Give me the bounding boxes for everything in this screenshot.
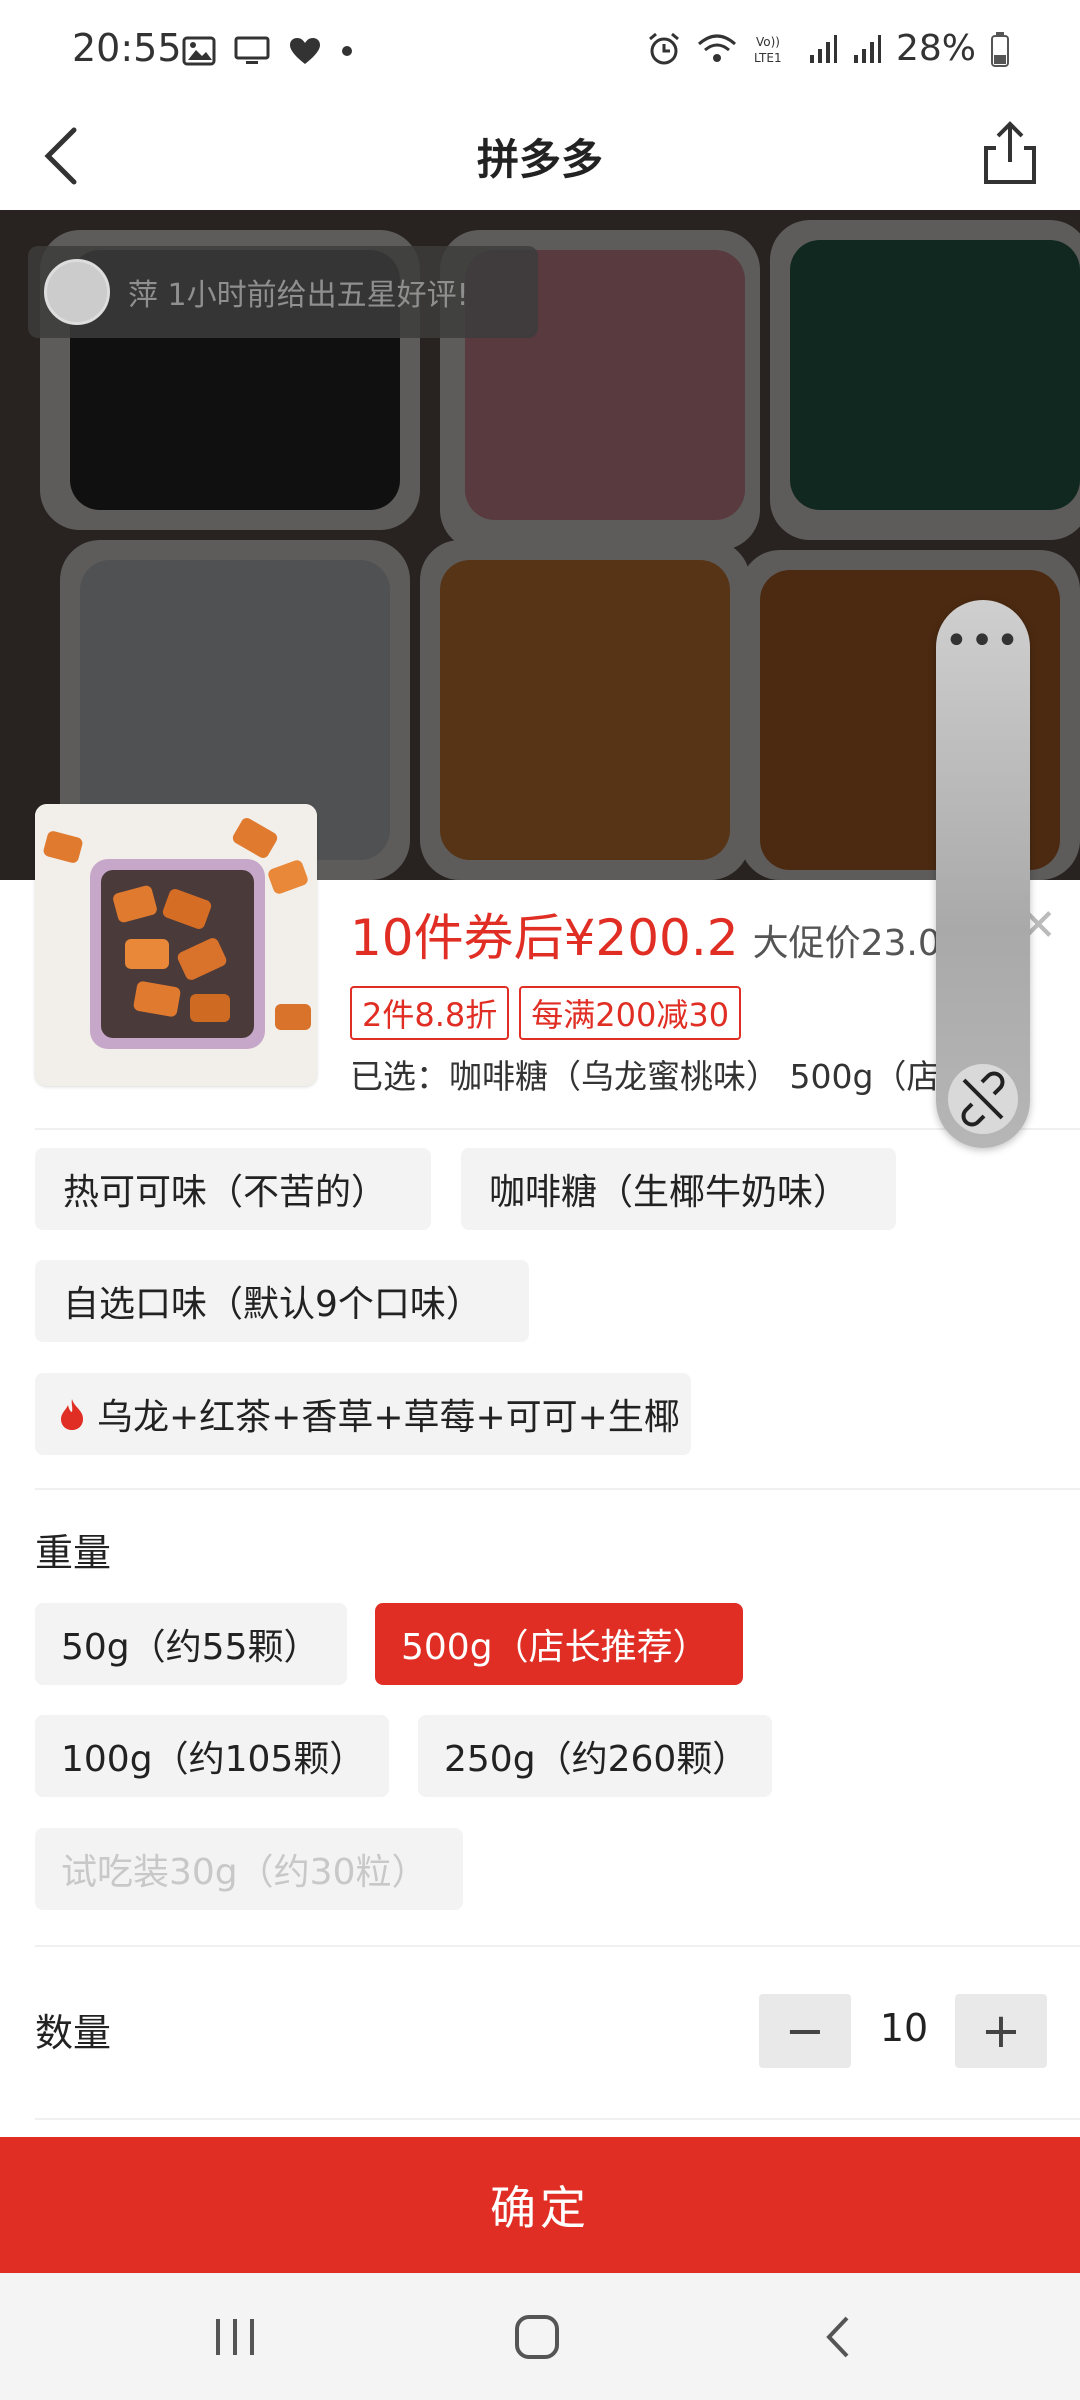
flavor-option[interactable]: 咖啡糖（生椰牛奶味） (461, 1148, 896, 1230)
weight-option[interactable]: 50g（约55颗） (35, 1603, 347, 1685)
flame-icon (61, 1399, 83, 1430)
weight-option-label: 500g（店长推荐） (401, 1627, 709, 1668)
svg-text:Vo)): Vo)) (756, 35, 780, 49)
home-icon (515, 2315, 559, 2359)
quantity-value[interactable]: 10 (850, 2006, 958, 2050)
weight-option-selected[interactable]: 500g（店长推荐） (375, 1603, 743, 1685)
weight-option-disabled: 试吃装30g（约30粒） (35, 1828, 463, 1910)
flavor-option-hot[interactable]: 乌龙+红茶+香草+草莓+可可+生椰 (35, 1373, 691, 1455)
svg-text:LTE1: LTE1 (754, 51, 782, 65)
floating-widget[interactable]: ••• (936, 600, 1030, 1148)
page-title: 拼多多 (476, 135, 603, 184)
app-header: 拼多多 (0, 100, 1080, 210)
promo-price: 大促价23.02 (752, 923, 964, 964)
gallery-icon (182, 36, 216, 66)
avatar (44, 259, 110, 325)
more-icon[interactable]: ••• (936, 618, 1030, 664)
divider (35, 1488, 1080, 1490)
weight-option-label: 试吃装30g（约30粒） (61, 1852, 428, 1893)
minus-icon: − (784, 2003, 826, 2059)
system-back-button[interactable] (779, 2297, 899, 2377)
weight-option-label: 50g（约55颗） (61, 1627, 320, 1668)
divider (35, 1945, 1080, 1947)
wifi-icon (697, 34, 736, 62)
status-bar: 20:55 Vo)) LTE1 28% (0, 0, 1080, 100)
system-icons: Vo)) LTE1 28% (646, 28, 1010, 69)
dot-icon (342, 46, 352, 56)
flavor-option-label: 自选口味（默认9个口味） (63, 1284, 482, 1325)
flavor-option[interactable]: 热可可味（不苦的） (35, 1148, 431, 1230)
back-icon (826, 2316, 849, 2358)
promo-tag: 每满200减30 (519, 986, 742, 1040)
link-off-icon (961, 1071, 1005, 1127)
quantity-label: 数量 (35, 2011, 112, 2055)
product-image-dimmed: 萍 1小时前给出五星好评! (0, 210, 1080, 880)
quantity-increase-button[interactable]: + (955, 1994, 1047, 2068)
plus-icon: + (980, 2003, 1022, 2059)
floating-widget-toggle[interactable] (948, 1064, 1018, 1134)
recent-apps-button[interactable] (175, 2297, 295, 2377)
flavor-option-label: 乌龙+红茶+香草+草莓+可可+生椰 (97, 1397, 680, 1438)
flavor-option[interactable]: 自选口味（默认9个口味） (35, 1260, 529, 1342)
product-thumbnail[interactable] (35, 804, 317, 1086)
weight-option-label: 250g（约260颗） (444, 1739, 749, 1780)
signal-icon (809, 34, 837, 63)
battery-icon (991, 31, 1009, 67)
recent-apps-icon (216, 2319, 254, 2355)
promo-tags: 2件8.8折 每满200减30 (350, 986, 742, 1040)
share-button[interactable] (970, 114, 1050, 194)
home-button[interactable] (477, 2297, 597, 2377)
promo-tag: 2件8.8折 (350, 986, 510, 1040)
share-icon (984, 121, 1036, 184)
divider (35, 2118, 1080, 2120)
weight-option[interactable]: 250g（约260颗） (418, 1715, 772, 1797)
flavor-option-label: 咖啡糖（生椰牛奶味） (489, 1172, 850, 1213)
selected-summary: 已选：咖啡糖（乌龙蜜桃味） 500g（店... (350, 1057, 971, 1096)
system-nav-bar (0, 2273, 1080, 2400)
weight-option-label: 100g（约105颗） (61, 1739, 366, 1780)
battery-percent: 28% (895, 28, 976, 69)
flavor-option-label: 热可可味（不苦的） (63, 1172, 388, 1213)
weight-option[interactable]: 100g（约105颗） (35, 1715, 389, 1797)
review-toast-text: 萍 1小时前给出五星好评! (128, 278, 469, 313)
notification-icons (182, 36, 354, 66)
signal-icon-2 (853, 34, 881, 63)
volte-icon: Vo)) LTE1 (754, 35, 782, 65)
screen-icon (234, 36, 270, 64)
coupon-price: 10件券后¥200.2 (350, 909, 739, 967)
divider (35, 1128, 1080, 1130)
alarm-icon (649, 32, 679, 64)
status-time: 20:55 (72, 26, 182, 70)
review-toast: 萍 1小时前给出五星好评! (28, 246, 538, 338)
product-thumbnail-image (35, 804, 317, 1086)
price-line: 10件券后¥200.2 大促价23.02 (350, 898, 964, 970)
weight-label: 重量 (35, 1531, 112, 1575)
quantity-decrease-button[interactable]: − (759, 1994, 851, 2068)
confirm-button[interactable]: 确定 (0, 2137, 1080, 2273)
heart-icon (290, 38, 320, 64)
